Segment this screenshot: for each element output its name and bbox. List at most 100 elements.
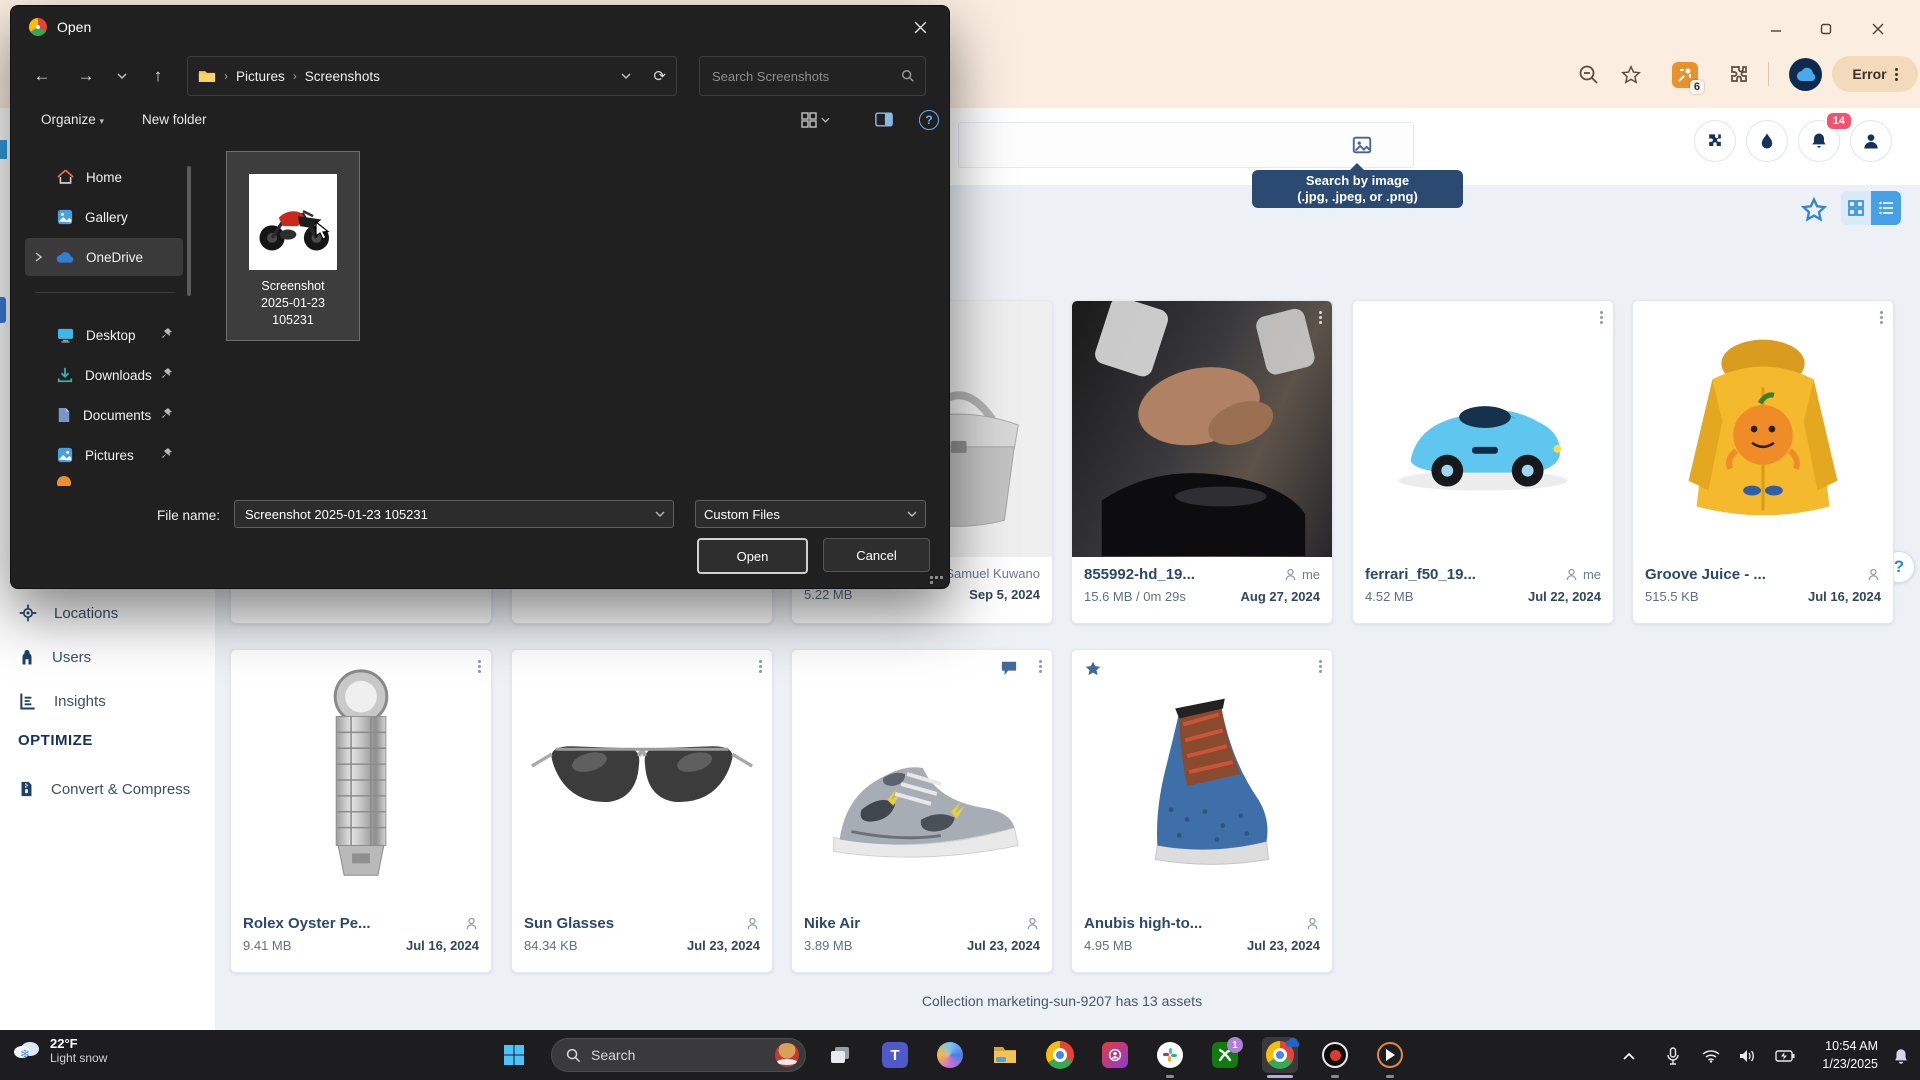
taskbar-search[interactable]: Search xyxy=(551,1038,806,1072)
tree-item-onedrive[interactable]: OneDrive xyxy=(25,238,183,276)
extension-shortcut-button[interactable]: 6 xyxy=(1668,58,1702,92)
dialog-search-box[interactable] xyxy=(699,56,926,96)
running-indicator xyxy=(1386,1075,1394,1078)
sidebar-item-convert-compress[interactable]: Convert & Compress xyxy=(0,772,215,806)
sidebar-item-locations[interactable]: Locations xyxy=(0,596,215,630)
grid-view-button[interactable] xyxy=(1841,191,1871,225)
refresh-icon[interactable]: ⟳ xyxy=(653,67,666,85)
weather-widget[interactable]: ❄ 22°F Light snow xyxy=(12,1036,107,1065)
nav-recent-dropdown[interactable] xyxy=(109,56,135,96)
persona-app-button[interactable] xyxy=(1097,1037,1133,1073)
sidebar-item-users[interactable]: Users xyxy=(0,640,215,674)
task-view-button[interactable] xyxy=(822,1037,858,1073)
nav-back-button[interactable]: ← xyxy=(25,56,59,96)
chrome-button[interactable] xyxy=(1042,1037,1078,1073)
tree-label: Pictures xyxy=(85,448,134,463)
asset-search-input[interactable] xyxy=(958,122,1414,168)
comment-indicator-icon[interactable] xyxy=(1000,660,1018,676)
tree-item-desktop[interactable]: Desktop xyxy=(47,316,183,354)
open-button[interactable]: Open xyxy=(697,538,808,574)
tray-battery-button[interactable] xyxy=(1772,1043,1798,1069)
window-minimize-button[interactable] xyxy=(1756,16,1796,42)
breadcrumb-screenshots[interactable]: Screenshots xyxy=(305,69,380,84)
sidebar-section-optimize: OPTIMIZE xyxy=(18,732,93,749)
tree-item-home[interactable]: Home xyxy=(47,158,183,196)
file-name-input[interactable] xyxy=(243,506,637,523)
media-usage-button[interactable] xyxy=(1746,120,1788,162)
file-name-label: File name: xyxy=(157,508,220,523)
window-close-button[interactable] xyxy=(1858,16,1898,42)
xbox-button[interactable]: 1 xyxy=(1207,1037,1243,1073)
asset-size: 9.41 MB xyxy=(243,938,291,953)
card-menu-button[interactable] xyxy=(478,660,481,673)
file-explorer-button[interactable] xyxy=(987,1037,1023,1073)
tray-wifi-button[interactable] xyxy=(1698,1043,1724,1069)
tree-item-downloads[interactable]: Downloads xyxy=(47,356,183,394)
asset-card-ferrari[interactable]: ferrari_f50_19... me 4.52 MB Jul 22, 202… xyxy=(1352,300,1614,624)
tray-volume-button[interactable] xyxy=(1734,1043,1760,1069)
favorite-filter-button[interactable] xyxy=(1800,196,1828,224)
integrations-button[interactable] xyxy=(1694,120,1736,162)
notifications-button[interactable]: 14 xyxy=(1798,120,1840,162)
zoom-page-button[interactable] xyxy=(1572,58,1606,92)
sidebar-item-insights[interactable]: Insights xyxy=(0,684,215,718)
teams-button[interactable]: T xyxy=(877,1037,913,1073)
notification-center-button[interactable] xyxy=(1888,1043,1914,1069)
search-by-image-button[interactable] xyxy=(1351,134,1373,156)
tree-item-pictures[interactable]: Pictures xyxy=(47,436,183,474)
file-type-select[interactable]: Custom Files xyxy=(695,500,926,528)
tree-item-documents[interactable]: Documents xyxy=(47,396,183,434)
chrome-window-button[interactable] xyxy=(1262,1037,1298,1073)
view-mode-button[interactable] xyxy=(801,112,830,128)
cancel-button[interactable]: Cancel xyxy=(823,538,930,572)
tray-chevron-button[interactable] xyxy=(1616,1043,1642,1069)
tray-microphone-button[interactable] xyxy=(1660,1043,1686,1069)
organize-menu[interactable]: Organize ▾ xyxy=(41,112,104,127)
copilot-button[interactable] xyxy=(932,1037,968,1073)
nav-up-button[interactable]: ↑ xyxy=(141,56,175,96)
tree-scrollbar[interactable] xyxy=(187,166,191,296)
dialog-close-button[interactable] xyxy=(899,12,941,42)
asset-card-sunglasses[interactable]: Sun Glasses 84.34 KB Jul 23, 2024 xyxy=(511,649,773,973)
card-menu-button[interactable] xyxy=(1600,311,1603,324)
new-folder-button[interactable]: New folder xyxy=(142,112,207,127)
media-player-button[interactable] xyxy=(1372,1037,1408,1073)
extensions-button[interactable] xyxy=(1722,58,1756,92)
asset-card-nike[interactable]: Nike Air 3.89 MB Jul 23, 2024 xyxy=(791,649,1053,973)
card-menu-button[interactable] xyxy=(759,660,762,673)
chevron-down-icon xyxy=(117,73,127,79)
breadcrumb-bar[interactable]: › Pictures › Screenshots ⟳ xyxy=(187,56,677,96)
resize-grip[interactable] xyxy=(930,576,943,584)
start-button[interactable] xyxy=(496,1037,532,1073)
list-view-button[interactable] xyxy=(1871,191,1901,225)
card-menu-button[interactable] xyxy=(1039,660,1042,673)
preview-pane-button[interactable] xyxy=(875,112,893,127)
dialog-help-button[interactable]: ? xyxy=(919,110,939,130)
recorder-button[interactable] xyxy=(1317,1037,1353,1073)
file-name-field[interactable] xyxy=(234,500,674,528)
browser-profile-avatar[interactable] xyxy=(1789,58,1822,91)
taskbar-clock[interactable]: 10:54 AM 1/23/2025 xyxy=(1822,1037,1878,1073)
asset-card-anubis[interactable]: Anubis high-to... 4.95 MB Jul 23, 2024 xyxy=(1071,649,1333,973)
nav-forward-button[interactable]: → xyxy=(69,56,103,96)
bookmark-button[interactable] xyxy=(1614,58,1648,92)
expand-chevron-icon[interactable] xyxy=(35,252,43,262)
dialog-search-input[interactable] xyxy=(710,68,884,85)
asset-card-groove-juice[interactable]: Groove Juice - ... 515.5 KB Jul 16, 2024 xyxy=(1632,300,1894,624)
asset-card-855992[interactable]: 855992-hd_19... me 15.6 MB / 0m 29s Aug … xyxy=(1071,300,1333,624)
tree-item-gallery[interactable]: Gallery xyxy=(47,198,183,236)
browser-error-button[interactable]: Error xyxy=(1832,56,1918,92)
window-maximize-button[interactable] xyxy=(1806,16,1846,42)
breadcrumb-pictures[interactable]: Pictures xyxy=(236,69,285,84)
card-menu-button[interactable] xyxy=(1319,660,1322,673)
file-item-screenshot[interactable]: Screenshot 2025-01-23 105231 xyxy=(226,151,360,341)
documents-icon xyxy=(57,407,71,423)
asset-card-rolex[interactable]: Rolex Oyster Pe... 9.41 MB Jul 16, 2024 xyxy=(230,649,492,973)
card-menu-button[interactable] xyxy=(1319,311,1322,324)
puzzle-icon xyxy=(1705,131,1725,151)
favorite-star-icon[interactable] xyxy=(1084,660,1102,678)
account-button[interactable] xyxy=(1850,120,1892,162)
slack-button[interactable] xyxy=(1152,1037,1188,1073)
card-menu-button[interactable] xyxy=(1880,311,1883,324)
address-dropdown-icon[interactable] xyxy=(621,73,631,79)
